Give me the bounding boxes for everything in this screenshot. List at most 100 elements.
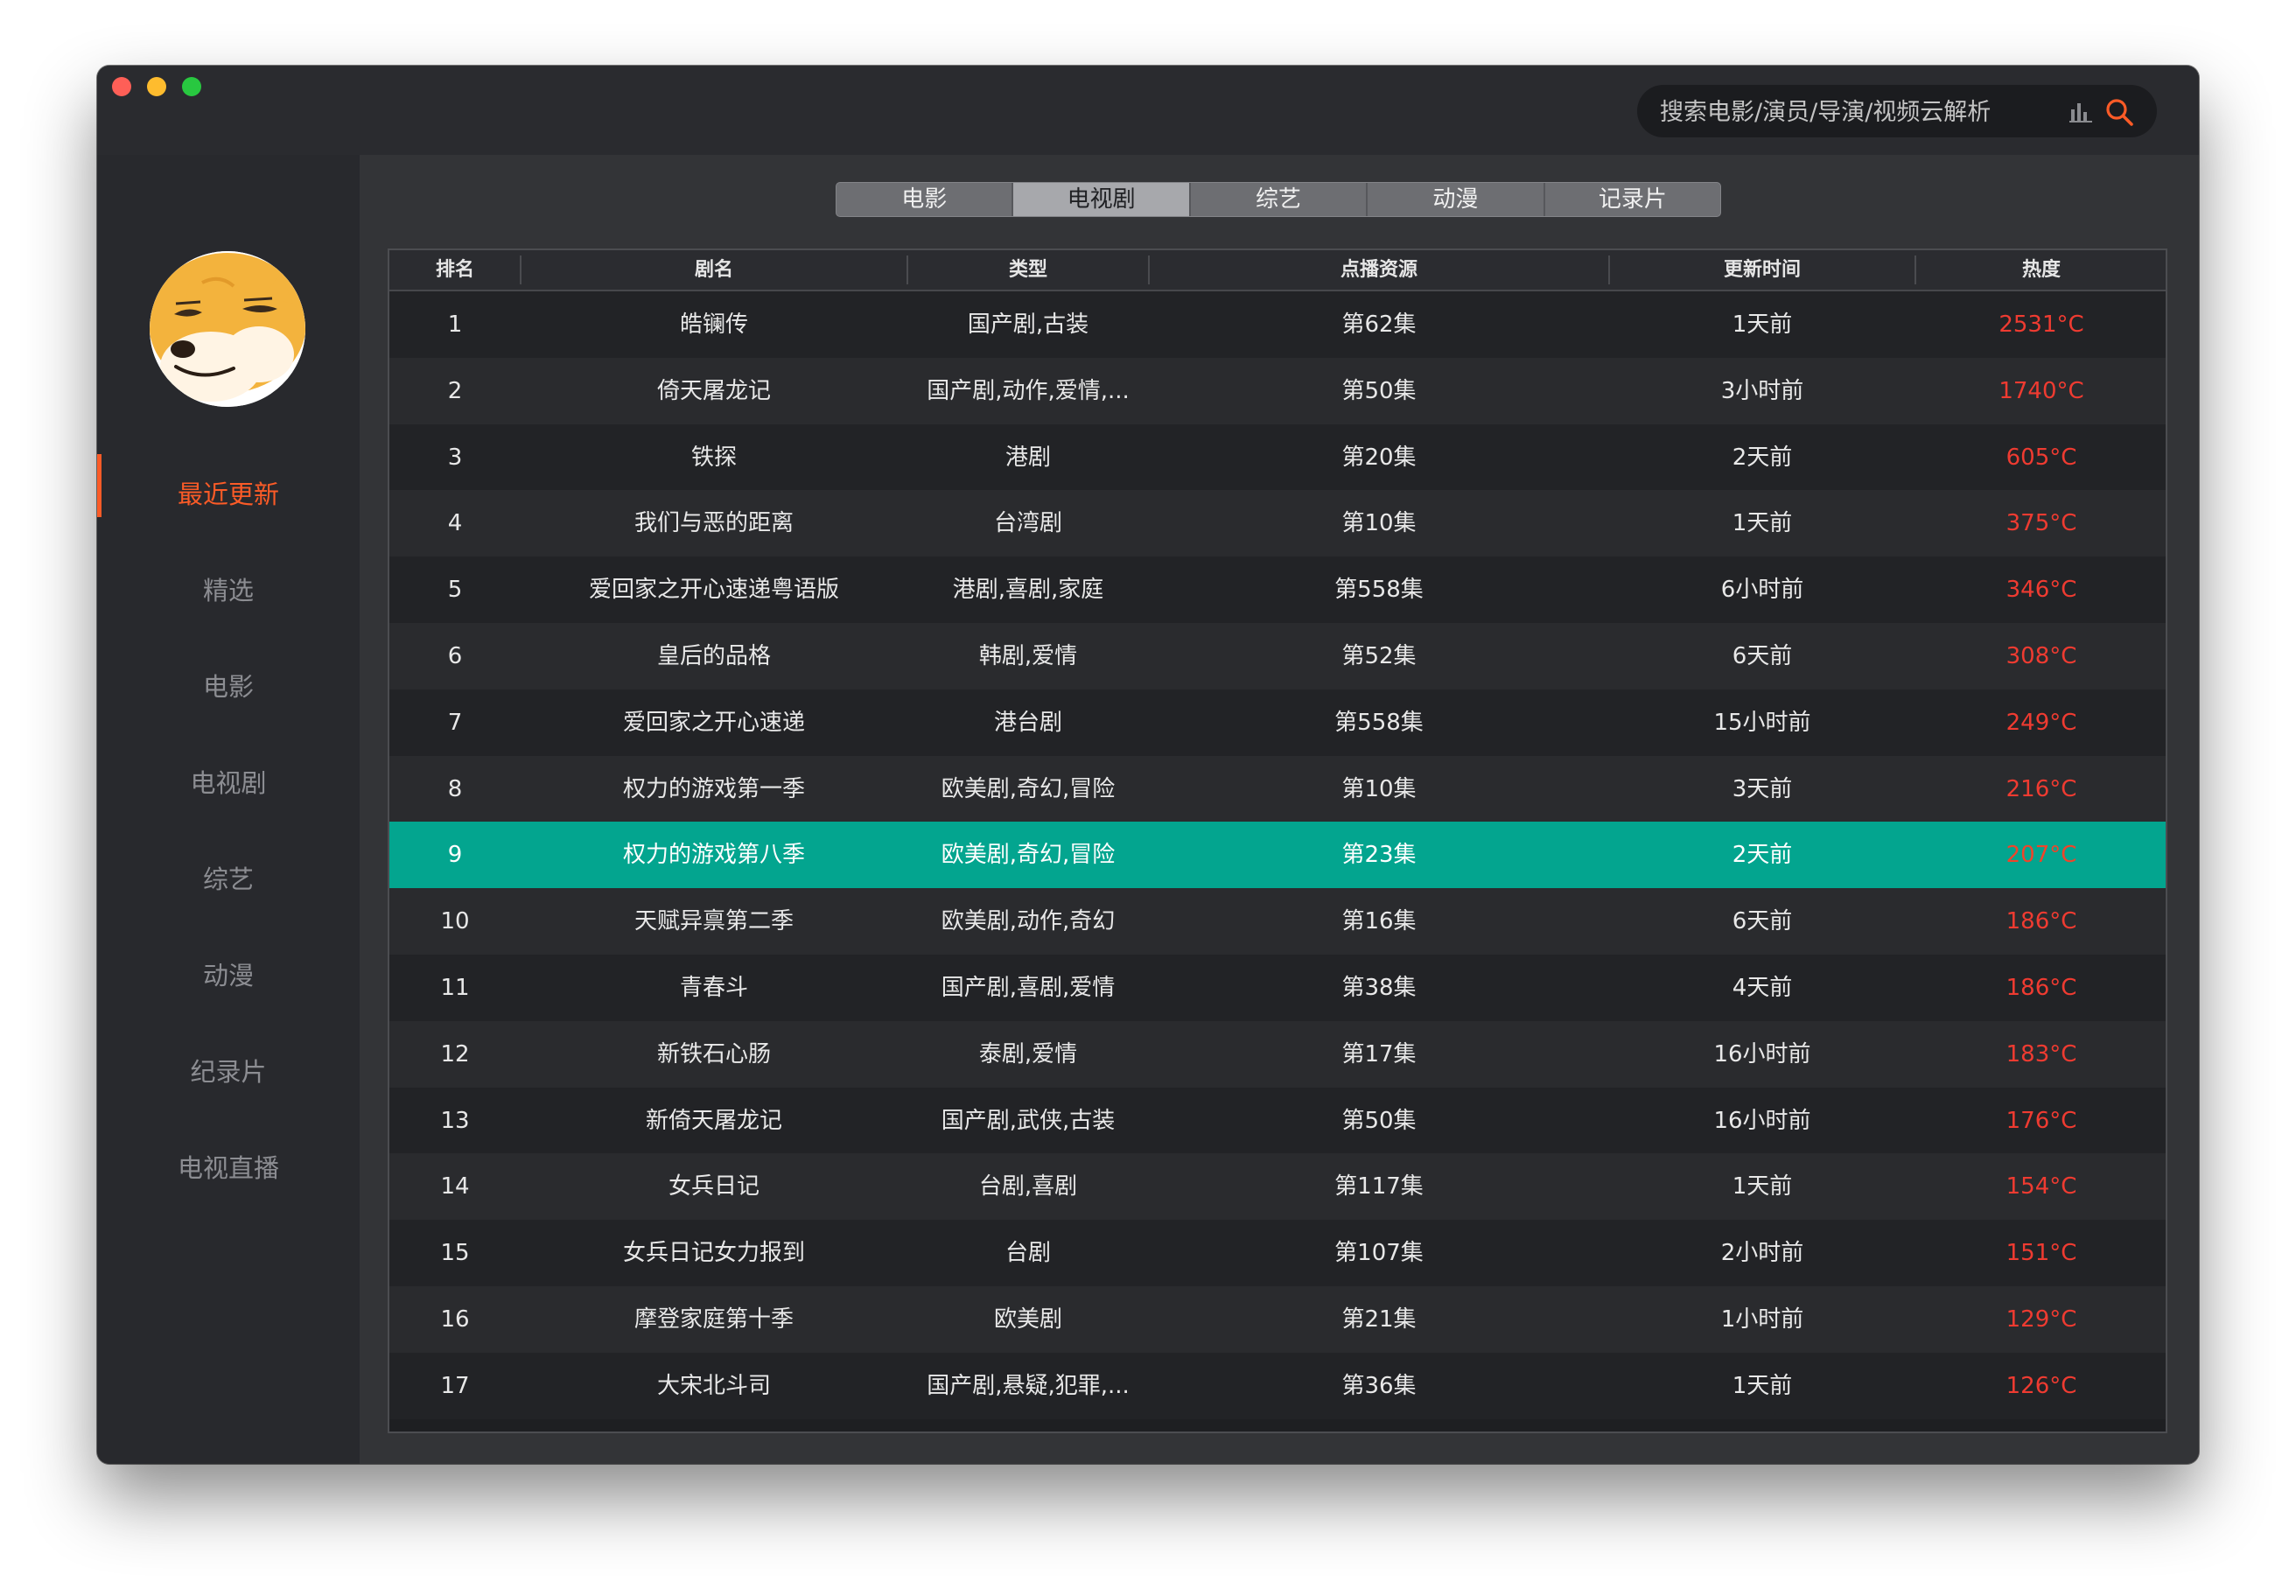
cell-heat: 186°C <box>2006 975 2077 1001</box>
cell-title: 天赋异禀第二季 <box>634 908 794 934</box>
cell-updated: 2天前 <box>1732 444 1793 471</box>
cell-heat: 216°C <box>2006 776 2077 802</box>
sidebar-item-anime[interactable]: 动漫 <box>97 941 360 1011</box>
cell-updated: 1小时前 <box>1720 1306 1804 1333</box>
cell-title: 新铁石心肠 <box>656 1041 771 1068</box>
cell-updated: 2天前 <box>1732 842 1793 868</box>
zoom-window-button[interactable] <box>182 77 201 96</box>
cell-heat: 207°C <box>2006 842 2077 868</box>
cell-rank: 16 <box>440 1306 470 1333</box>
column-separator[interactable] <box>1608 256 1610 284</box>
column-header-genre[interactable]: 类型 <box>907 250 1149 290</box>
cell-rank: 1 <box>447 312 463 338</box>
sidebar-item-featured[interactable]: 精选 <box>97 556 360 626</box>
cell-title: 女兵日记 <box>668 1173 760 1200</box>
cell-title: 权力的游戏第八季 <box>622 842 805 868</box>
cell-genre: 台剧 <box>1004 1240 1051 1266</box>
cell-title: 皓镧传 <box>679 312 748 338</box>
column-separator[interactable] <box>520 256 522 284</box>
cell-rank: 10 <box>440 908 470 934</box>
column-header-rank[interactable]: 排名 <box>389 250 521 290</box>
table-row[interactable]: 5 爱回家之开心速递粤语版 港剧,喜剧,家庭 第558集 6小时前 346°C <box>389 556 2166 623</box>
column-header-updated[interactable]: 更新时间 <box>1609 250 1915 290</box>
cell-episodes: 第50集 <box>1341 378 1417 404</box>
cell-genre: 欧美剧,动作,奇幻 <box>941 908 1116 934</box>
minimize-window-button[interactable] <box>147 77 166 96</box>
column-separator[interactable] <box>1148 256 1150 284</box>
cell-rank: 8 <box>447 776 463 802</box>
column-header-episodes[interactable]: 点播资源 <box>1149 250 1609 290</box>
table-row[interactable]: 1 皓镧传 国产剧,古装 第62集 1天前 2531°C <box>389 291 2166 358</box>
sidebar-item-documentary[interactable]: 纪录片 <box>97 1037 360 1107</box>
cell-updated: 6小时前 <box>1720 577 1804 603</box>
table-row[interactable]: 9 权力的游戏第八季 欧美剧,奇幻,冒险 第23集 2天前 207°C <box>389 822 2166 888</box>
cell-updated: 1天前 <box>1732 1173 1793 1200</box>
table-row[interactable]: 10 天赋异禀第二季 欧美剧,动作,奇幻 第16集 6天前 186°C <box>389 888 2166 955</box>
cell-updated: 6天前 <box>1732 643 1793 669</box>
close-window-button[interactable] <box>112 77 131 96</box>
tab-documentary[interactable]: 记录片 <box>1545 183 1720 216</box>
cell-heat: 375°C <box>2006 510 2077 536</box>
table-row[interactable]: 13 新倚天屠龙记 国产剧,武侠,古装 第50集 16小时前 176°C <box>389 1088 2166 1154</box>
tab-variety[interactable]: 综艺 <box>1191 183 1368 216</box>
search-input[interactable] <box>1658 85 2055 139</box>
tab-movies[interactable]: 电影 <box>836 183 1014 216</box>
cell-rank: 4 <box>447 510 463 536</box>
cell-title: 大宋北斗司 <box>656 1373 771 1399</box>
cell-updated: 2小时前 <box>1720 1240 1804 1266</box>
cell-episodes: 第36集 <box>1341 1373 1417 1399</box>
cell-episodes: 第62集 <box>1341 312 1417 338</box>
cell-updated: 1天前 <box>1732 510 1793 536</box>
tab-anime[interactable]: 动漫 <box>1368 183 1545 216</box>
cell-updated: 4天前 <box>1732 975 1793 1001</box>
cell-rank: 15 <box>440 1240 470 1266</box>
table-row[interactable]: 17 大宋北斗司 国产剧,悬疑,犯罪,... 第36集 1天前 126°C <box>389 1353 2166 1419</box>
table-header: 排名 剧名 类型 点播资源 更新时间 热度 <box>389 250 2166 291</box>
table-row[interactable]: 8 权力的游戏第一季 欧美剧,奇幻,冒险 第10集 3天前 216°C <box>389 756 2166 822</box>
cell-title: 新倚天屠龙记 <box>645 1108 782 1134</box>
cell-episodes: 第21集 <box>1341 1306 1417 1333</box>
column-separator[interactable] <box>1914 256 1916 284</box>
search-icon[interactable] <box>2104 97 2134 127</box>
cell-updated: 1天前 <box>1732 312 1793 338</box>
table-row[interactable]: 16 摩登家庭第十季 欧美剧 第21集 1小时前 129°C <box>389 1286 2166 1353</box>
table-row[interactable]: 15 女兵日记女力报到 台剧 第107集 2小时前 151°C <box>389 1220 2166 1286</box>
column-header-heat[interactable]: 热度 <box>1915 250 2166 290</box>
cell-updated: 16小时前 <box>1713 1108 1811 1134</box>
table-row[interactable]: 14 女兵日记 台剧,喜剧 第117集 1天前 154°C <box>389 1153 2166 1220</box>
table-row[interactable]: 2 倚天屠龙记 国产剧,动作,爱情,... 第50集 3小时前 1740°C <box>389 358 2166 424</box>
sidebar-item-variety[interactable]: 综艺 <box>97 844 360 914</box>
column-header-title[interactable]: 剧名 <box>521 250 907 290</box>
tab-tv-series[interactable]: 电视剧 <box>1013 183 1191 216</box>
cell-genre: 欧美剧 <box>993 1306 1062 1333</box>
cell-episodes: 第107集 <box>1334 1240 1424 1266</box>
cell-rank: 13 <box>440 1108 470 1134</box>
sidebar-item-recent[interactable]: 最近更新 <box>97 459 360 529</box>
table-row[interactable]: 6 皇后的品格 韩剧,爱情 第52集 6天前 308°C <box>389 623 2166 690</box>
cell-updated: 6天前 <box>1732 908 1793 934</box>
cell-episodes: 第50集 <box>1341 1108 1417 1134</box>
cell-genre: 国产剧,喜剧,爱情 <box>941 975 1116 1001</box>
table-row[interactable]: 12 新铁石心肠 泰剧,爱情 第17集 16小时前 183°C <box>389 1021 2166 1088</box>
sidebar-item-movies[interactable]: 电影 <box>97 652 360 722</box>
avatar[interactable] <box>150 251 305 407</box>
cell-title: 皇后的品格 <box>656 643 771 669</box>
cell-rank: 11 <box>440 975 470 1001</box>
cell-episodes: 第558集 <box>1334 710 1424 736</box>
table-row[interactable]: 11 青春斗 国产剧,喜剧,爱情 第38集 4天前 186°C <box>389 955 2166 1021</box>
table-row[interactable]: 4 我们与恶的距离 台湾剧 第10集 1天前 375°C <box>389 490 2166 556</box>
column-separator[interactable] <box>906 256 908 284</box>
cell-rank: 3 <box>447 444 463 471</box>
table-row[interactable]: 3 铁探 港剧 第20集 2天前 605°C <box>389 424 2166 491</box>
cell-genre: 台剧,喜剧 <box>978 1173 1078 1200</box>
sidebar-item-tv-series[interactable]: 电视剧 <box>97 748 360 818</box>
cell-genre: 港剧 <box>1004 444 1051 471</box>
cell-genre: 国产剧,悬疑,犯罪,... <box>927 1373 1130 1399</box>
bar-chart-icon[interactable] <box>2069 100 2092 122</box>
cell-genre: 泰剧,爱情 <box>978 1041 1078 1068</box>
cell-episodes: 第17集 <box>1341 1041 1417 1068</box>
table-row[interactable]: 7 爱回家之开心速递 港台剧 第558集 15小时前 249°C <box>389 690 2166 756</box>
sidebar-item-live-tv[interactable]: 电视直播 <box>97 1133 360 1203</box>
cell-rank: 2 <box>447 378 463 404</box>
cell-genre: 国产剧,动作,爱情,... <box>927 378 1130 404</box>
